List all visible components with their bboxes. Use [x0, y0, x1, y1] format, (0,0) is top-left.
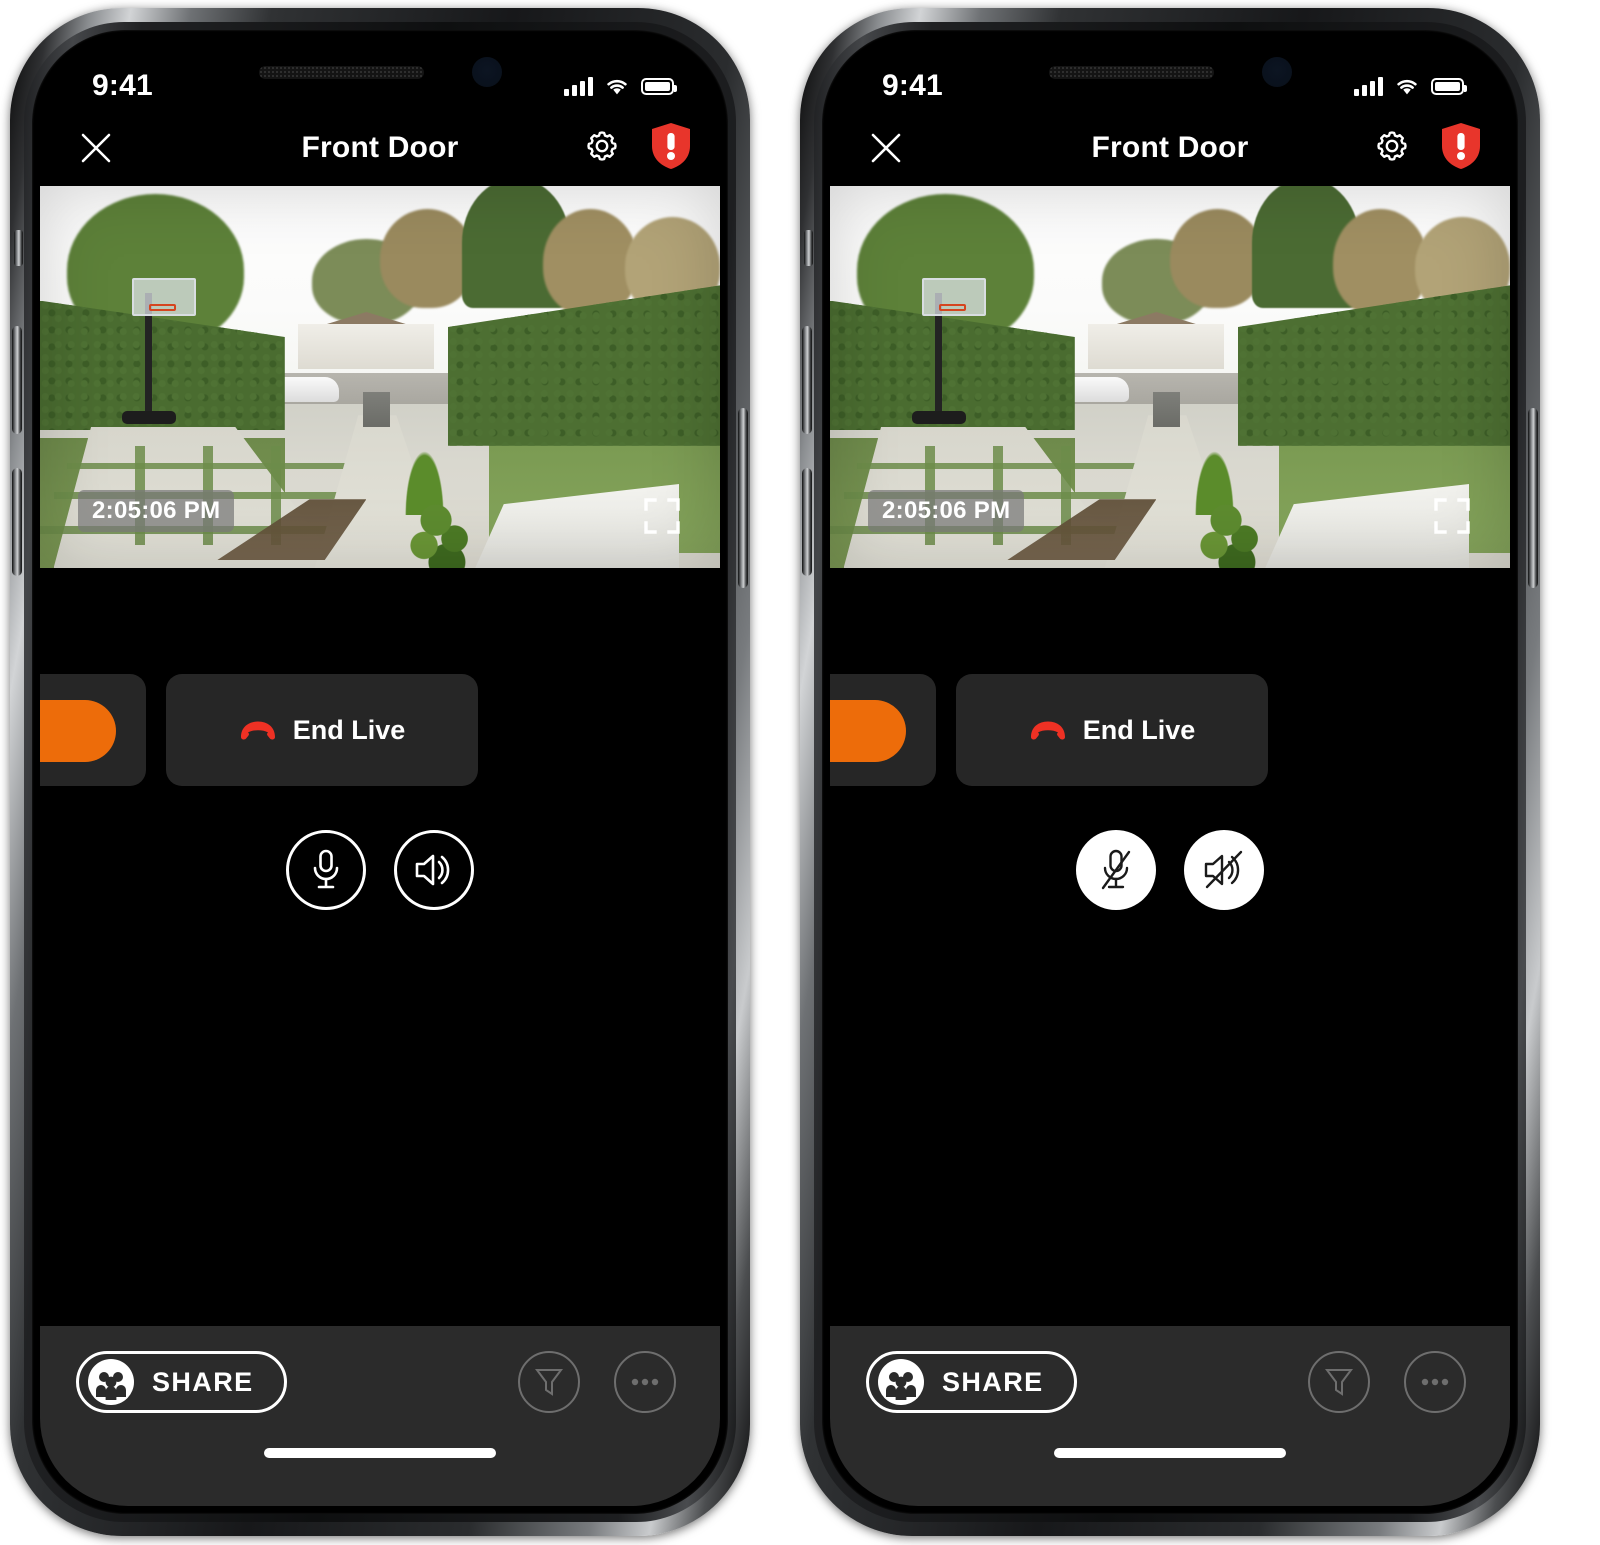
- share-button[interactable]: SHARE: [866, 1351, 1077, 1413]
- filter-funnel-icon: [1325, 1369, 1353, 1396]
- phone-top-hardware: [830, 57, 1510, 87]
- bottom-dock: SHARE: [830, 1326, 1510, 1506]
- speaker-icon: [415, 854, 450, 886]
- bottom-dock: SHARE: [40, 1326, 720, 1506]
- volume-up-button[interactable]: [802, 326, 812, 434]
- home-indicator-zone: [830, 1438, 1510, 1506]
- talk-action-card[interactable]: [830, 674, 936, 786]
- close-button[interactable]: [860, 122, 912, 174]
- power-button[interactable]: [1528, 408, 1538, 588]
- phone-device-muted: 9:41 Front Door 2:05:06 PM End Live SHAR…: [800, 8, 1540, 1536]
- gear-icon: [587, 130, 617, 161]
- live-video-player[interactable]: 2:05:06 PM: [40, 186, 720, 568]
- more-ellipsis-icon: [1421, 1378, 1449, 1386]
- mute-switch-button[interactable]: [14, 230, 23, 266]
- phone-screen: 9:41 Front Door 2:05:06 PM End Live SHAR…: [830, 38, 1510, 1506]
- video-timestamp: 2:05:06 PM: [868, 490, 1025, 532]
- share-label: SHARE: [152, 1366, 254, 1397]
- nav-bar: Front Door: [830, 110, 1510, 186]
- end-live-label: End Live: [1082, 714, 1196, 745]
- earpiece-speaker-icon: [258, 65, 424, 79]
- screenshot-stage: 9:41 Front Door 2:05:06 PM End Live SHAR…: [0, 0, 1600, 1545]
- alert-shield-button[interactable]: [648, 121, 694, 176]
- phone-hangup-icon: [1030, 721, 1065, 740]
- controls-area: End Live SHARE: [40, 568, 720, 1506]
- home-indicator-zone: [40, 1438, 720, 1506]
- volume-down-button[interactable]: [802, 468, 812, 576]
- volume-down-button[interactable]: [12, 468, 22, 576]
- close-icon: [81, 133, 111, 163]
- speaker-muted-icon: [1204, 850, 1243, 889]
- more-ellipsis-icon: [631, 1378, 659, 1386]
- video-timestamp: 2:05:06 PM: [78, 490, 235, 532]
- settings-button[interactable]: [582, 126, 622, 171]
- close-button[interactable]: [70, 122, 122, 174]
- front-camera-icon: [471, 57, 502, 87]
- close-icon: [871, 133, 901, 163]
- bottom-bar-actions: [1308, 1351, 1466, 1413]
- bottom-bar: SHARE: [40, 1326, 720, 1438]
- more-options-button[interactable]: [1404, 1351, 1466, 1413]
- nav-actions: [582, 121, 694, 176]
- front-camera-icon: [1261, 57, 1292, 87]
- audio-controls-row: [830, 830, 1510, 910]
- people-group-icon: [878, 1359, 924, 1405]
- volume-up-button[interactable]: [12, 326, 22, 434]
- talk-action-card[interactable]: [40, 674, 146, 786]
- live-video-player[interactable]: 2:05:06 PM: [830, 186, 1510, 568]
- audio-controls-row: [40, 830, 720, 910]
- speaker-toggle-button[interactable]: [1184, 830, 1264, 910]
- microphone-toggle-button[interactable]: [286, 830, 366, 910]
- phone-hangup-icon: [240, 721, 275, 740]
- fullscreen-button[interactable]: [642, 496, 682, 536]
- talk-action-pill[interactable]: [40, 700, 116, 762]
- alert-shield-button[interactable]: [1438, 121, 1484, 176]
- mute-switch-button[interactable]: [804, 230, 813, 266]
- fullscreen-icon: [1434, 498, 1470, 534]
- earpiece-speaker-icon: [1048, 65, 1214, 79]
- nav-bar: Front Door: [40, 110, 720, 186]
- filter-button[interactable]: [518, 1351, 580, 1413]
- controls-area: End Live SHARE: [830, 568, 1510, 1506]
- home-indicator[interactable]: [1054, 1448, 1286, 1458]
- speaker-toggle-button[interactable]: [394, 830, 474, 910]
- share-button[interactable]: SHARE: [76, 1351, 287, 1413]
- people-group-icon: [88, 1359, 134, 1405]
- power-button[interactable]: [738, 408, 748, 588]
- talk-action-pill[interactable]: [830, 700, 906, 762]
- action-buttons-row: End Live: [40, 674, 720, 786]
- fullscreen-button[interactable]: [1432, 496, 1472, 536]
- action-buttons-row: End Live: [830, 674, 1510, 786]
- filter-button[interactable]: [1308, 1351, 1370, 1413]
- end-live-button[interactable]: End Live: [166, 674, 478, 786]
- gear-icon: [1377, 130, 1407, 161]
- live-view-app: 9:41 Front Door 2:05:06 PM End Live SHAR…: [40, 38, 720, 1506]
- microphone-toggle-button[interactable]: [1076, 830, 1156, 910]
- bottom-bar: SHARE: [830, 1326, 1510, 1438]
- phone-device-unmuted: 9:41 Front Door 2:05:06 PM End Live SHAR…: [10, 8, 750, 1536]
- microphone-muted-icon: [1101, 849, 1131, 890]
- share-label: SHARE: [942, 1366, 1044, 1397]
- microphone-icon: [313, 849, 339, 889]
- end-live-label: End Live: [292, 714, 406, 745]
- phone-screen: 9:41 Front Door 2:05:06 PM End Live SHAR…: [40, 38, 720, 1506]
- filter-funnel-icon: [535, 1369, 563, 1396]
- live-view-app: 9:41 Front Door 2:05:06 PM End Live SHAR…: [830, 38, 1510, 1506]
- settings-button[interactable]: [1372, 126, 1412, 171]
- fullscreen-icon: [644, 498, 680, 534]
- shield-alert-icon: [652, 122, 690, 169]
- home-indicator[interactable]: [264, 1448, 496, 1458]
- end-live-button[interactable]: End Live: [956, 674, 1268, 786]
- more-options-button[interactable]: [614, 1351, 676, 1413]
- nav-actions: [1372, 121, 1484, 176]
- bottom-bar-actions: [518, 1351, 676, 1413]
- phone-top-hardware: [40, 57, 720, 87]
- shield-alert-icon: [1442, 122, 1480, 169]
